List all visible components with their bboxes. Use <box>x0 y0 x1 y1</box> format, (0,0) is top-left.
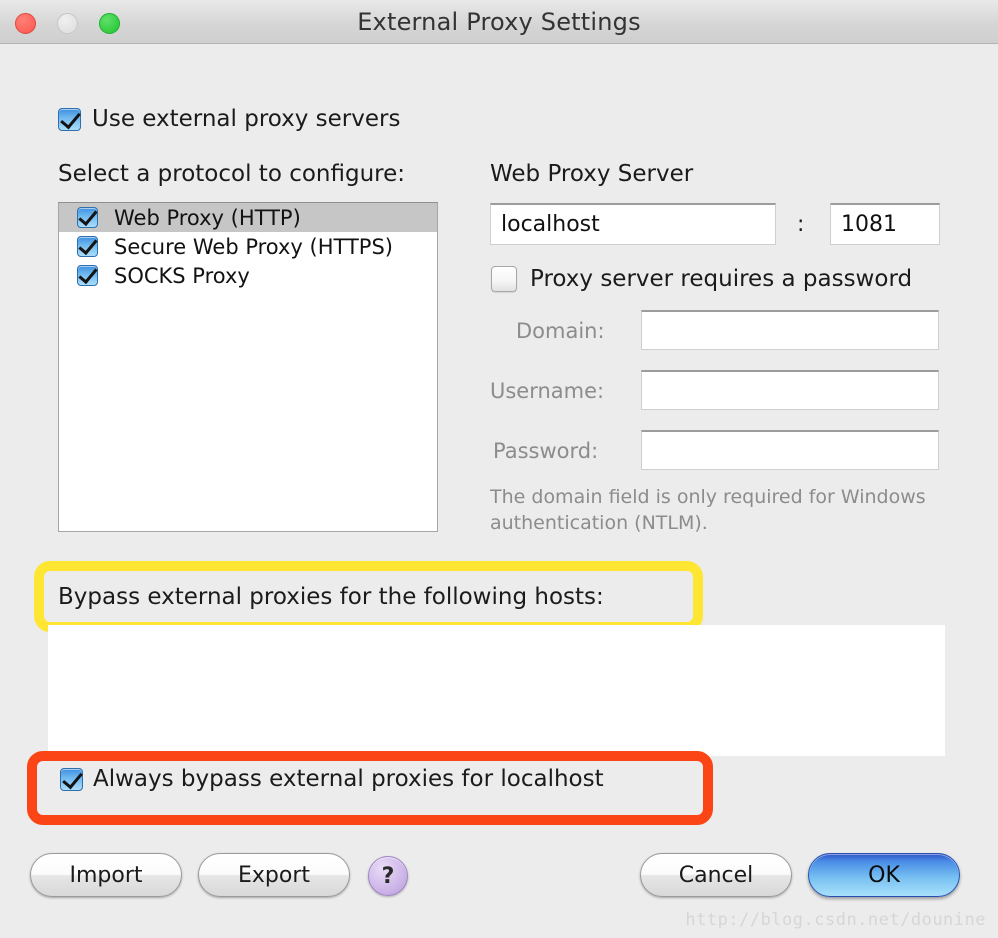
protocol-checkbox-http[interactable] <box>77 207 98 228</box>
use-external-proxy-label: Use external proxy servers <box>92 106 401 132</box>
protocol-checkbox-https[interactable] <box>77 236 98 257</box>
ok-button[interactable]: OK <box>808 853 960 897</box>
password-field-label: Password: <box>493 439 599 463</box>
proxy-host-input[interactable]: localhost <box>490 203 776 245</box>
external-proxy-settings-window: External Proxy Settings Use external pro… <box>0 0 998 938</box>
requires-password-checkbox[interactable] <box>491 266 517 292</box>
proxy-port-input[interactable]: 1081 <box>830 203 940 245</box>
username-input[interactable] <box>641 370 939 410</box>
server-section-heading: Web Proxy Server <box>490 161 694 187</box>
window-titlebar: External Proxy Settings <box>0 0 998 44</box>
watermark-text: http://blog.csdn.net/dounine <box>685 910 986 930</box>
protocol-list[interactable]: Web Proxy (HTTP) Secure Web Proxy (HTTPS… <box>58 202 438 532</box>
domain-hint-line-2: authentication (NTLM). <box>490 512 708 534</box>
protocol-list-item-socks[interactable]: SOCKS Proxy <box>59 261 437 290</box>
use-external-proxy-checkbox[interactable] <box>58 108 81 131</box>
protocol-label: Web Proxy (HTTP) <box>114 205 301 230</box>
host-port-separator: : <box>797 212 805 237</box>
domain-hint-line-1: The domain field is only required for Wi… <box>490 486 926 508</box>
protocol-section-heading: Select a protocol to configure: <box>58 161 406 187</box>
protocol-list-item-http[interactable]: Web Proxy (HTTP) <box>59 203 437 232</box>
requires-password-label: Proxy server requires a password <box>530 266 913 292</box>
yellow-highlight-annotation <box>34 561 703 632</box>
red-highlight-annotation <box>27 751 713 825</box>
domain-field-label: Domain: <box>516 319 605 343</box>
window-title: External Proxy Settings <box>357 8 641 36</box>
cancel-button[interactable]: Cancel <box>640 853 792 897</box>
domain-input[interactable] <box>641 310 939 350</box>
protocol-list-item-https[interactable]: Secure Web Proxy (HTTPS) <box>59 232 437 261</box>
protocol-label: SOCKS Proxy <box>114 263 250 288</box>
protocol-label: Secure Web Proxy (HTTPS) <box>114 234 393 259</box>
import-button[interactable]: Import <box>30 853 182 897</box>
export-button[interactable]: Export <box>198 853 350 897</box>
bypass-hosts-textarea[interactable] <box>48 625 945 756</box>
protocol-checkbox-socks[interactable] <box>77 265 98 286</box>
username-field-label: Username: <box>490 379 605 403</box>
help-icon[interactable]: ? <box>368 856 408 896</box>
password-input[interactable] <box>641 430 939 470</box>
